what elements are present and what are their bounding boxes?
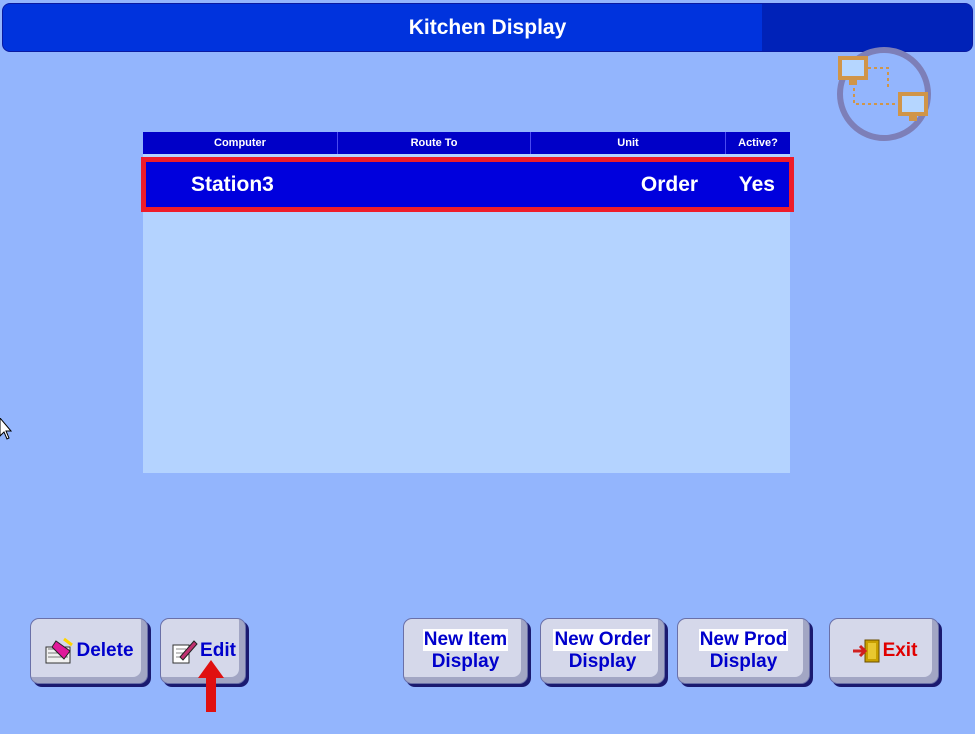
new-order-display-button[interactable]: New Order Display: [540, 618, 665, 684]
column-header-computer[interactable]: Computer: [143, 132, 338, 154]
delete-icon: [44, 637, 74, 665]
edit-label: Edit: [200, 640, 236, 661]
cell-active: Yes: [738, 172, 775, 196]
table-row-selected[interactable]: Station3 Order Yes: [141, 157, 794, 212]
exit-button[interactable]: Exit: [829, 618, 939, 684]
new-prod-label-line2: Display: [709, 651, 778, 672]
mouse-cursor: [0, 418, 12, 440]
network-computers-icon: [837, 47, 931, 141]
delete-button[interactable]: Delete: [30, 618, 148, 684]
new-item-display-button[interactable]: New Item Display: [403, 618, 528, 684]
new-order-label-line2: Display: [568, 651, 637, 672]
column-header-unit[interactable]: Unit: [531, 132, 726, 154]
exit-door-icon: [851, 638, 881, 664]
new-item-label-line1: New Item: [422, 629, 509, 651]
column-header-active[interactable]: Active?: [726, 132, 790, 154]
delete-label: Delete: [76, 640, 134, 661]
new-order-label-line1: New Order: [553, 629, 652, 651]
cell-unit: Order: [640, 172, 699, 196]
new-prod-display-button[interactable]: New Prod Display: [677, 618, 810, 684]
new-prod-label-line1: New Prod: [698, 629, 789, 651]
table-header: Computer Route To Unit Active?: [143, 132, 790, 154]
title-bar: Kitchen Display: [2, 3, 973, 52]
edit-icon: [170, 637, 198, 665]
window-title: Kitchen Display: [408, 16, 567, 39]
new-item-label-line2: Display: [431, 651, 500, 672]
exit-label: Exit: [882, 640, 918, 661]
column-header-route-to[interactable]: Route To: [338, 132, 531, 154]
cell-computer: Station3: [191, 172, 274, 196]
red-arrow-indicator: [198, 660, 224, 712]
kitchen-display-table: Computer Route To Unit Active? Station3 …: [141, 132, 794, 473]
